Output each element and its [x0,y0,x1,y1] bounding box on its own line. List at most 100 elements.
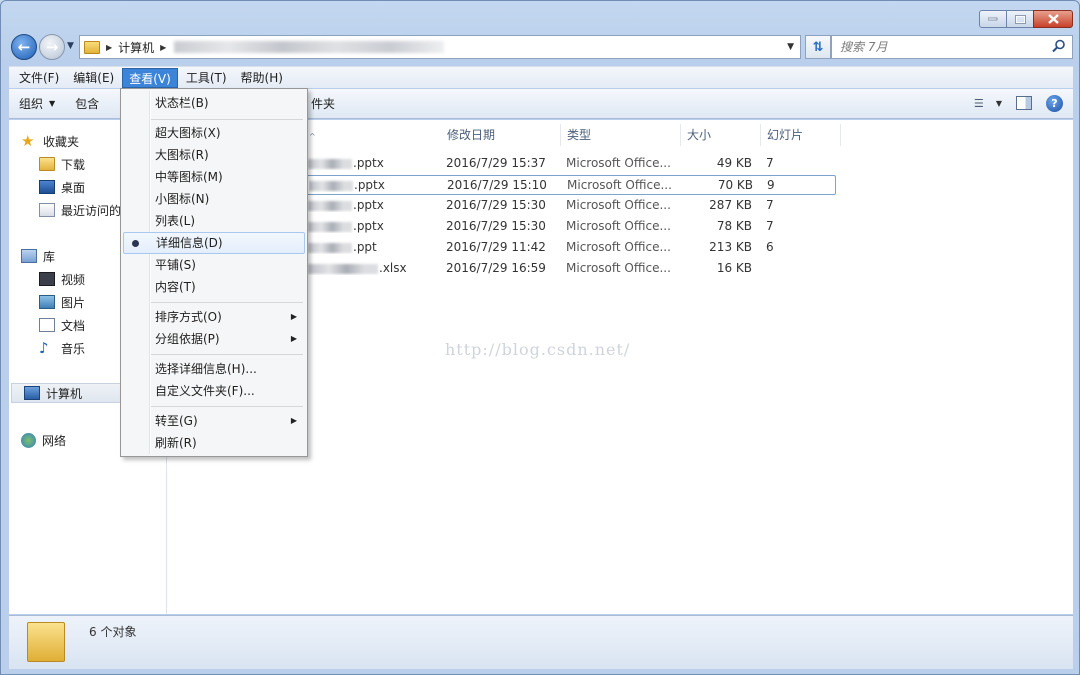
column-header-slides[interactable]: 幻灯片 [761,124,841,146]
menu-item-go-to[interactable]: 转至(G) ▶ [123,410,305,432]
file-size: 287 KB [709,198,752,212]
file-name-blurred [308,242,352,253]
search-icon[interactable] [1052,39,1066,53]
menu-help[interactable]: 帮助(H) [235,68,289,88]
menu-item-refresh[interactable]: 刷新(R) [123,432,305,454]
table-row[interactable]: .ppt 2016/7/29 11:42 Microsoft Office...… [304,238,836,258]
menu-tools[interactable]: 工具(T) [180,68,233,88]
table-row[interactable]: .pptx 2016/7/29 15:30 Microsoft Office..… [304,217,836,237]
file-slides: 7 [766,198,774,212]
menu-item-choose-details[interactable]: 选择详细信息(H)... [123,358,305,380]
include-in-library-button[interactable]: 包含 [65,92,109,116]
nav-desktop[interactable]: 桌面 [39,177,85,197]
file-slides: 7 [766,219,774,233]
include-label: 包含 [75,97,100,111]
nav-network[interactable]: 网络 [21,430,66,450]
nav-downloads-label: 下载 [61,157,86,172]
menu-item-group-by[interactable]: 分组依据(P) ▶ [123,328,305,350]
breadcrumb-path-blurred[interactable] [174,41,445,53]
refresh-button[interactable]: ⇅ [805,35,831,59]
file-name: .pptx [308,198,384,212]
menu-file[interactable]: 文件(F) [13,68,65,88]
close-button[interactable] [1033,10,1073,28]
forward-button[interactable]: → [39,34,65,60]
search-input[interactable] [840,40,1040,54]
file-date: 2016/7/29 15:37 [446,156,546,170]
chevron-down-icon: ▼ [49,99,56,108]
menu-item-medium-icons[interactable]: 中等图标(M) [123,166,305,188]
recent-pages-button[interactable]: ▼ [67,41,74,51]
network-icon [21,432,36,448]
breadcrumb-arrow-icon[interactable]: ▶ [106,43,112,52]
menu-separator [151,302,303,303]
table-row[interactable]: .xlsx 2016/7/29 16:59 Microsoft Office..… [304,259,836,279]
address-dropdown-icon[interactable]: ▼ [787,42,794,52]
menu-item-customize-folder[interactable]: 自定义文件夹(F)... [123,380,305,402]
file-name: .pptx [309,178,385,192]
column-header-size[interactable]: 大小 [681,124,761,146]
menu-edit[interactable]: 编辑(E) [67,68,120,88]
file-extension: .pptx [354,178,385,192]
file-size: 49 KB [716,156,752,170]
nav-documents[interactable]: 文档 [39,315,85,335]
breadcrumb-computer[interactable]: 计算机 [118,39,154,56]
nav-downloads[interactable]: 下载 [39,154,85,174]
file-size: 213 KB [709,240,752,254]
minimize-button[interactable] [979,10,1007,28]
file-name-blurred [308,200,352,211]
folder-icon [84,40,100,54]
menu-item-large-icons[interactable]: 大图标(R) [123,144,305,166]
nav-network-label: 网络 [42,433,67,448]
menu-item-sort-by-label: 排序方式(O) [155,310,222,324]
file-name: .pptx [308,219,384,233]
refresh-icon: ⇅ [812,39,824,55]
menu-item-status-bar[interactable]: 状态栏(B) [123,92,305,114]
table-row[interactable]: .pptx 2016/7/29 15:30 Microsoft Office..… [304,196,836,216]
menu-item-list[interactable]: 列表(L) [123,210,305,232]
file-size: 70 KB [717,178,753,192]
address-bar[interactable]: ▶ 计算机 ▶ ▼ [79,35,801,59]
file-size: 78 KB [716,219,752,233]
radio-bullet-icon [132,240,139,247]
table-row[interactable]: .pptx 2016/7/29 15:10 Microsoft Office..… [304,175,836,195]
file-date: 2016/7/29 15:10 [447,178,547,192]
nav-desktop-label: 桌面 [61,180,86,195]
menu-item-sort-by[interactable]: 排序方式(O) ▶ [123,306,305,328]
nav-videos-label: 视频 [61,272,86,287]
documents-icon [39,318,55,332]
nav-pictures[interactable]: 图片 [39,292,85,312]
file-name-blurred [308,158,352,169]
nav-videos[interactable]: 视频 [39,269,85,289]
menu-item-extra-large-icons[interactable]: 超大图标(X) [123,122,305,144]
file-extension: .xlsx [379,261,407,275]
column-header-date[interactable]: 修改日期 [441,124,561,146]
menu-item-tiles[interactable]: 平铺(S) [123,254,305,276]
preview-pane-icon[interactable] [1016,96,1032,110]
nav-libraries[interactable]: 库 [21,246,55,266]
column-header-type[interactable]: 类型 [561,124,681,146]
file-type: Microsoft Office... [566,219,671,233]
menu-item-content[interactable]: 内容(T) [123,276,305,298]
nav-recent-places[interactable]: 最近访问的 [39,200,121,220]
nav-computer-label: 计算机 [46,386,83,401]
table-row[interactable]: .pptx 2016/7/29 15:37 Microsoft Office..… [304,154,836,174]
menu-item-small-icons[interactable]: 小图标(N) [123,188,305,210]
organize-button[interactable]: 组织 ▼ [9,92,65,116]
column-header-name[interactable]: ^ [303,124,448,146]
menu-item-details[interactable]: 详细信息(D) [123,232,305,254]
views-dropdown-icon[interactable]: ▼ [996,99,1002,108]
menu-view[interactable]: 查看(V) [122,67,178,88]
back-button[interactable]: ← [11,34,37,60]
file-date: 2016/7/29 15:30 [446,198,546,212]
nav-music[interactable]: ♪ 音乐 [39,338,85,358]
details-pane: 6 个对象 [9,615,1073,669]
search-box[interactable] [831,35,1073,59]
file-slides: 6 [766,240,774,254]
breadcrumb-arrow-icon[interactable]: ▶ [160,43,166,52]
views-icon[interactable]: ☰ [968,93,990,113]
computer-icon [24,386,40,400]
item-count: 6 个对象 [89,625,137,639]
help-icon[interactable]: ? [1046,94,1063,112]
nav-favorites[interactable]: ★ 收藏夹 [21,131,79,151]
maximize-button[interactable] [1006,10,1034,28]
